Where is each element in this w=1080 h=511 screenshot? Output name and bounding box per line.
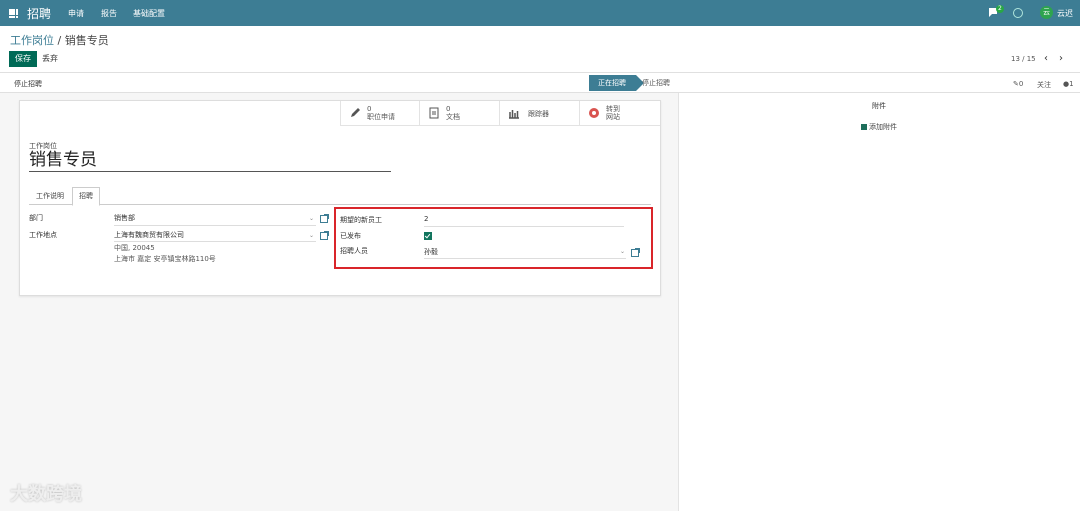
menu-reports[interactable]: 报告	[101, 8, 117, 19]
location-label: 工作地点	[29, 231, 57, 239]
menu-applications[interactable]: 申请	[68, 8, 84, 19]
user-avatar[interactable]: 云	[1040, 6, 1053, 19]
breadcrumb-parent[interactable]: 工作岗位	[10, 34, 54, 47]
message-count-badge: 2	[996, 5, 1004, 13]
chevron-down-icon[interactable]: ⌄	[309, 232, 314, 239]
location-field[interactable]: 上海有魏商贸有限公司	[114, 230, 184, 240]
pencil-icon	[351, 108, 360, 117]
applications-label: 职位申请	[367, 113, 395, 121]
app-title[interactable]: 招聘	[27, 5, 51, 22]
attachments-title: 附件	[872, 102, 886, 110]
documents-label: 文档	[446, 113, 460, 121]
website-label-line1: 转到	[606, 105, 620, 113]
plus-icon	[861, 124, 867, 130]
breadcrumb-separator: /	[54, 34, 65, 47]
followers-button[interactable]: ●1	[1063, 80, 1074, 88]
website-smart-button[interactable]: 转到 网站	[579, 101, 660, 126]
website-label-line2: 网站	[606, 113, 620, 121]
user-name[interactable]: 云迟	[1057, 8, 1073, 19]
stage-stopped[interactable]: 停止招聘	[642, 75, 670, 91]
applications-smart-button[interactable]: 0 职位申请	[340, 101, 420, 126]
apps-menu-icon[interactable]	[9, 9, 19, 19]
job-name-input[interactable]: 销售专员	[29, 149, 391, 172]
breadcrumb: 工作岗位 / 销售专员	[10, 32, 109, 48]
department-underline	[114, 225, 316, 226]
external-link-icon[interactable]	[320, 214, 329, 223]
top-navbar: 招聘 申请 报告 基础配置 2 云 云迟	[0, 0, 1080, 26]
location-underline	[114, 241, 316, 242]
attachment-count: 0	[1018, 80, 1024, 88]
breadcrumb-current: 销售专员	[64, 34, 109, 47]
pager-next-icon[interactable]: ›	[1059, 53, 1063, 64]
pager-value[interactable]: 13 / 15	[1011, 55, 1036, 63]
tab-recruitment[interactable]: 招聘	[72, 187, 100, 206]
tracker-label: 跟踪器	[528, 110, 549, 118]
applications-count: 0	[367, 105, 372, 113]
watermark: 大数跨境	[10, 484, 82, 505]
stop-recruiting-button[interactable]: 停止招聘	[14, 79, 42, 89]
department-field[interactable]: 销售部	[114, 213, 135, 223]
add-attachment-button[interactable]: 添加附件	[861, 122, 897, 132]
document-icon	[429, 107, 439, 119]
address-line1: 中国, 20045	[114, 244, 155, 252]
add-attachment-label: 添加附件	[869, 123, 897, 131]
activity-clock-icon[interactable]	[1013, 8, 1023, 18]
follow-button[interactable]: 关注	[1037, 80, 1051, 90]
divider	[0, 72, 1080, 73]
follower-count: 1	[1069, 80, 1074, 88]
save-button[interactable]: 保存	[9, 51, 37, 67]
pager: 13 / 15 ‹ ›	[1011, 53, 1063, 64]
department-label: 部门	[29, 214, 43, 222]
documents-smart-button[interactable]: 0 文档	[419, 101, 500, 126]
bar-chart-icon	[509, 110, 519, 119]
pager-prev-icon[interactable]: ‹	[1044, 53, 1048, 64]
tab-underline	[29, 204, 651, 205]
attachment-counter[interactable]: ✎0	[1013, 80, 1023, 88]
tracker-smart-button[interactable]: 跟踪器	[499, 101, 580, 126]
documents-count: 0	[446, 105, 451, 113]
menu-configuration[interactable]: 基础配置	[133, 8, 165, 19]
discard-button[interactable]: 丢弃	[42, 51, 58, 67]
chevron-down-icon[interactable]: ⌄	[309, 215, 314, 222]
form-sheet: 0 职位申请 0 文档 跟踪器 转到 网站 工作岗位 销售专员 工作说明 招聘 …	[19, 100, 661, 296]
address-line2: 上海市 嘉定 安亭镇宝林路110号	[114, 255, 216, 263]
external-link-icon[interactable]	[320, 231, 329, 240]
globe-icon	[589, 108, 599, 118]
highlight-box	[334, 207, 653, 269]
stage-recruiting[interactable]: 正在招聘	[589, 75, 644, 91]
